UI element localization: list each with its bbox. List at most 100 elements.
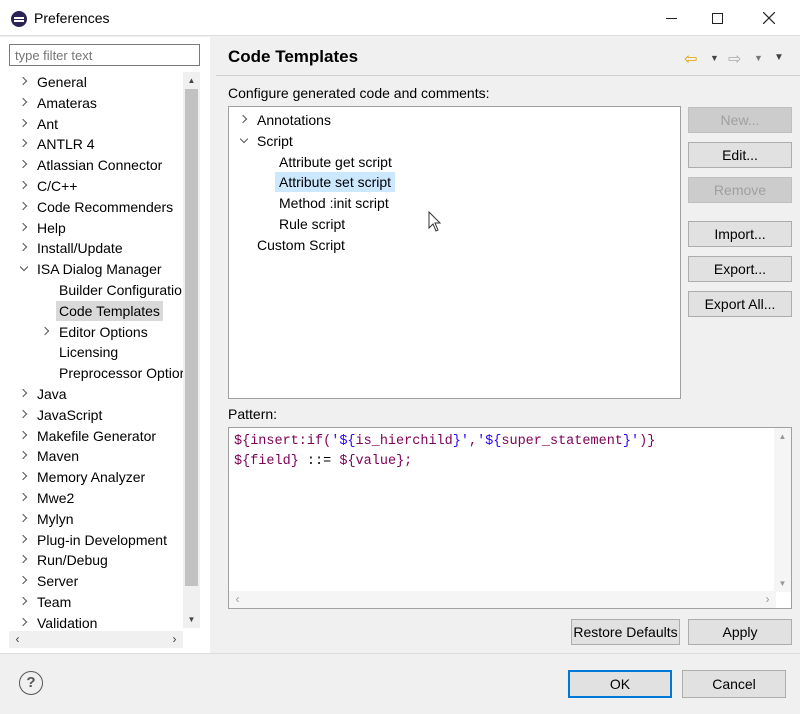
code-token: '${ xyxy=(477,434,502,449)
chevron-right-icon[interactable] xyxy=(19,514,29,524)
back-history-dropdown-icon[interactable]: ▼ xyxy=(710,53,719,69)
chevron-right-icon[interactable] xyxy=(41,327,51,337)
scroll-up-icon[interactable]: ▲ xyxy=(183,72,200,89)
sidebar-horizontal-scrollbar[interactable]: ‹ › xyxy=(9,631,183,648)
chevron-right-icon[interactable] xyxy=(19,535,29,545)
code-token: ::= xyxy=(298,454,340,469)
sidebar-item-label: Validation xyxy=(37,614,98,628)
chevron-right-icon[interactable] xyxy=(19,410,29,420)
sidebar-item-label: Mwe2 xyxy=(37,490,75,506)
chevron-right-icon[interactable] xyxy=(19,472,29,482)
view-menu-icon[interactable]: ▼ xyxy=(774,52,784,68)
sidebar-item-label: ISA Dialog Manager xyxy=(37,261,162,278)
close-icon xyxy=(763,12,775,24)
pattern-line: ${insert:if('${is_hierchild}','${super_s… xyxy=(234,432,655,452)
page-title: Code Templates xyxy=(228,47,359,66)
code-token: )} xyxy=(639,434,656,449)
sidebar-item-label: Makefile Generator xyxy=(37,427,157,444)
ok-button[interactable]: OK xyxy=(568,670,672,698)
preferences-tree: General Amateras Ant ANTLR 4 Atlassian Conne… xyxy=(9,72,183,628)
sidebar-item-label: Licensing xyxy=(59,344,119,361)
sidebar-item-label: Install/Update xyxy=(37,240,123,257)
scroll-down-icon[interactable]: ▼ xyxy=(774,575,791,592)
export-all-button[interactable]: Export All... xyxy=(688,291,792,317)
pattern-code[interactable]: ${insert:if('${is_hierchild}','${super_s… xyxy=(234,432,655,472)
chevron-right-icon[interactable] xyxy=(19,597,29,607)
chevron-right-icon[interactable] xyxy=(19,493,29,503)
sidebar-item-label: Atlassian Connector xyxy=(37,157,163,174)
chevron-down-icon[interactable] xyxy=(239,136,249,146)
chevron-right-icon[interactable] xyxy=(19,618,29,628)
pattern-horizontal-scrollbar[interactable]: ‹ › xyxy=(229,591,776,608)
chevron-right-icon[interactable] xyxy=(19,389,29,399)
chevron-right-icon[interactable] xyxy=(19,98,29,108)
templates-tree[interactable]: Annotations Script Attribute get script Att… xyxy=(228,106,681,399)
code-token: }' xyxy=(452,434,469,449)
sidebar-item-label: Ant xyxy=(37,115,59,132)
import-button[interactable]: Import... xyxy=(688,221,792,247)
template-item-label: Rule script xyxy=(279,216,346,232)
chevron-right-icon[interactable] xyxy=(19,119,29,129)
code-token: field xyxy=(250,454,291,469)
code-token: insert:if( xyxy=(250,434,332,449)
sidebar-item-label: Run/Debug xyxy=(37,552,108,569)
code-token: }' xyxy=(622,434,640,449)
close-button[interactable] xyxy=(746,0,792,36)
minimize-button[interactable] xyxy=(648,0,694,36)
sidebar-item-label: Team xyxy=(37,594,72,610)
code-token: ${ xyxy=(339,454,356,469)
sidebar-vertical-scrollbar[interactable]: ▲ ▼ xyxy=(183,72,200,628)
chevron-right-icon[interactable] xyxy=(239,115,249,125)
scroll-right-icon[interactable]: › xyxy=(166,631,183,648)
code-token: '${ xyxy=(331,434,356,449)
remove-button[interactable]: Remove xyxy=(688,177,792,203)
chevron-right-icon[interactable] xyxy=(19,181,29,191)
chevron-right-icon[interactable] xyxy=(19,555,29,565)
dialog-footer: ? OK Cancel xyxy=(0,653,800,714)
chevron-right-icon[interactable] xyxy=(19,77,29,87)
pattern-editor[interactable]: ${insert:if('${is_hierchild}','${super_s… xyxy=(228,427,792,609)
scroll-right-icon[interactable]: › xyxy=(759,591,776,608)
code-token: }; xyxy=(396,454,413,469)
chevron-right-icon[interactable] xyxy=(19,160,29,170)
template-item-label: Method :init script xyxy=(279,195,389,212)
chevron-right-icon[interactable] xyxy=(19,223,29,233)
chevron-right-icon[interactable] xyxy=(19,451,29,461)
maximize-button[interactable] xyxy=(694,0,740,36)
export-button[interactable]: Export... xyxy=(688,256,792,282)
chevron-down-icon[interactable] xyxy=(19,264,29,274)
chevron-right-icon[interactable] xyxy=(19,202,29,212)
scroll-down-icon[interactable]: ▼ xyxy=(183,611,200,628)
sidebar-item-label: Code Recommenders xyxy=(37,198,174,215)
sidebar-item-label: Plug-in Development xyxy=(37,531,167,548)
cancel-button[interactable]: Cancel xyxy=(682,670,786,698)
chevron-right-icon[interactable] xyxy=(19,243,29,253)
sidebar-item-label: Preprocessor Optior xyxy=(59,365,183,382)
scroll-up-icon[interactable]: ▲ xyxy=(774,428,791,445)
help-icon[interactable]: ? xyxy=(19,671,43,695)
template-item-label: Attribute get script xyxy=(279,153,392,170)
code-token: ${ xyxy=(234,454,251,469)
sidebar-item-label: JavaScript xyxy=(37,406,103,423)
header-divider xyxy=(216,75,800,76)
scroll-left-icon[interactable]: ‹ xyxy=(229,591,246,608)
new-button[interactable]: New... xyxy=(688,107,792,133)
sidebar-item-label: Java xyxy=(37,386,67,402)
forward-arrow-icon[interactable]: ⇨ xyxy=(728,49,741,68)
sidebar-item-label: Mylyn xyxy=(37,510,74,527)
code-token: is_hierchild xyxy=(355,434,453,449)
scrollbar-thumb[interactable] xyxy=(185,89,198,586)
edit-button[interactable]: Edit... xyxy=(688,142,792,168)
forward-history-dropdown-icon[interactable]: ▼ xyxy=(754,53,763,69)
chevron-right-icon[interactable] xyxy=(19,139,29,149)
scroll-left-icon[interactable]: ‹ xyxy=(9,631,26,648)
chevron-right-icon[interactable] xyxy=(19,431,29,441)
pattern-vertical-scrollbar[interactable]: ▲ ▼ xyxy=(774,428,791,592)
chevron-right-icon[interactable] xyxy=(19,576,29,586)
sidebar-item-label: Code Templates xyxy=(56,300,163,321)
back-arrow-icon[interactable]: ⇦ xyxy=(684,49,697,68)
filter-input[interactable] xyxy=(9,44,200,66)
apply-button[interactable]: Apply xyxy=(688,619,792,645)
restore-defaults-button[interactable]: Restore Defaults xyxy=(571,619,680,645)
sidebar-item-label: C/C++ xyxy=(37,178,78,194)
